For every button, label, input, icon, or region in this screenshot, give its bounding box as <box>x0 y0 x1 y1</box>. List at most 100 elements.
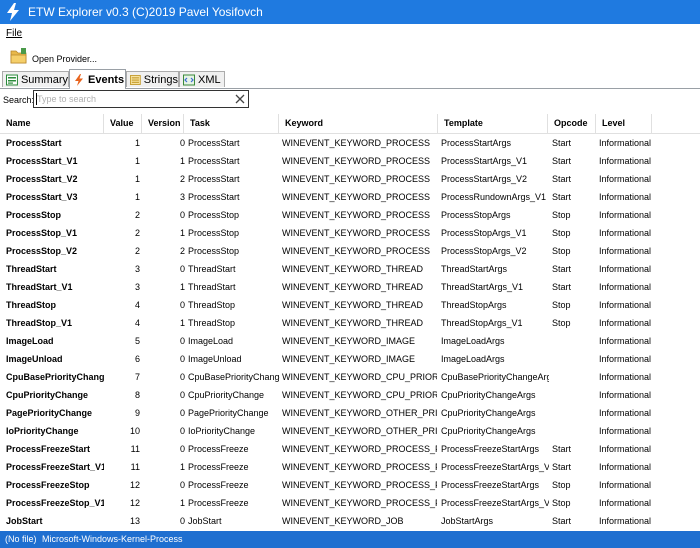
search-box[interactable] <box>33 90 249 108</box>
table-row[interactable]: CpuPriorityChange 8 0 CpuPriorityChange WINE… <box>0 386 700 404</box>
table-row[interactable]: JobStart 13 0 JobStart WINEVENT_KEYWORD_JOB J… <box>0 512 700 530</box>
tab-summary[interactable]: Summary <box>2 71 69 87</box>
cell-keyword: WINEVENT_KEYWORD_PROCESS_FREEZE <box>282 498 437 508</box>
clear-icon[interactable] <box>234 93 246 105</box>
cell-name: ProcessStop_V1 <box>6 228 78 238</box>
table-row[interactable]: ProcessFreezeStop 12 0 ProcessFreeze WINEVEN… <box>0 476 700 494</box>
cell-template: CpuPriorityChangeArgs <box>441 390 536 400</box>
table-row[interactable]: ImageLoad 5 0 ImageLoad WINEVENT_KEYWORD_IMA… <box>0 332 700 350</box>
cell-opcode: Start <box>552 192 572 202</box>
cell-task: ProcessStop <box>188 210 240 220</box>
cell-template: ProcessRundownArgs_V1 <box>441 192 547 202</box>
cell-name: ProcessStart_V1 <box>6 156 78 166</box>
tab-xml[interactable]: XML <box>179 71 225 87</box>
cell-version: 1 <box>179 228 185 238</box>
table-row[interactable]: CpuBasePriorityChange 7 0 CpuBasePriorityCh… <box>0 368 700 386</box>
cell-name: ThreadStart <box>6 264 57 274</box>
cell-value: 6 <box>134 354 140 364</box>
table-row[interactable]: ProcessStart 1 0 ProcessStart WINEVENT_KEYWO… <box>0 134 700 152</box>
table-row[interactable]: ThreadStart 3 0 ThreadStart WINEVENT_KEYWORD… <box>0 260 700 278</box>
cell-name: ProcessFreezeStop <box>6 480 90 490</box>
cell-template: ProcessStartArgs_V2 <box>441 174 528 184</box>
table-row[interactable]: PagePriorityChange 9 0 PagePriorityChange WI… <box>0 404 700 422</box>
xml-icon <box>183 74 195 85</box>
cell-opcode: Start <box>552 516 572 526</box>
cell-version: 0 <box>179 444 185 454</box>
cell-level: Informational <box>599 408 652 418</box>
table-row[interactable]: IoPriorityChange 10 0 IoPriorityChange WINEV… <box>0 422 700 440</box>
cell-version: 1 <box>179 282 185 292</box>
cell-level: Informational <box>599 336 652 346</box>
column-header-value[interactable]: Value <box>104 114 142 133</box>
cell-version: 2 <box>179 246 185 256</box>
toolbar: Open Provider... <box>0 44 700 68</box>
cell-name: ProcessFreezeStart <box>6 444 91 454</box>
cell-keyword: WINEVENT_KEYWORD_OTHER_PRIORITY <box>282 408 437 418</box>
cell-name: ThreadStart_V1 <box>6 282 73 292</box>
cell-task: ImageLoad <box>188 336 234 346</box>
cell-version: 1 <box>179 498 185 508</box>
cell-name: ProcessStop <box>6 210 62 220</box>
cell-version: 0 <box>179 426 185 436</box>
cell-task: JobStart <box>188 516 222 526</box>
column-header-name[interactable]: Name <box>0 114 104 133</box>
cell-value: 3 <box>134 264 140 274</box>
cell-task: ProcessStop <box>188 246 240 256</box>
cell-opcode <box>552 332 598 350</box>
cell-opcode: Stop <box>552 228 571 238</box>
column-header-level[interactable]: Level <box>596 114 652 133</box>
column-header-keyword[interactable]: Keyword <box>279 114 438 133</box>
cell-version: 0 <box>179 210 185 220</box>
cell-keyword: WINEVENT_KEYWORD_PROCESS <box>282 228 431 238</box>
column-header-template[interactable]: Template <box>438 114 548 133</box>
table-row[interactable]: ProcessFreezeStart 11 0 ProcessFreeze WINEVE… <box>0 440 700 458</box>
cell-keyword: WINEVENT_KEYWORD_PROCESS <box>282 192 431 202</box>
cell-task: ProcessFreeze <box>188 462 249 472</box>
open-provider-button[interactable]: Open Provider... <box>10 47 97 65</box>
table-row[interactable]: ThreadStart_V1 3 1 ThreadStart WINEVENT_KEYW… <box>0 278 700 296</box>
table-row[interactable]: ProcessStart_V1 1 1 ProcessStart WINEVENT_KE… <box>0 152 700 170</box>
cell-task: ProcessFreeze <box>188 498 249 508</box>
search-input[interactable] <box>37 93 227 105</box>
table-row[interactable]: ProcessStop 2 0 ProcessStop WINEVENT_KEYWORD… <box>0 206 700 224</box>
column-header-task[interactable]: Task <box>184 114 279 133</box>
table-row[interactable]: ThreadStop 4 0 ThreadStop WINEVENT_KEYWORD_T… <box>0 296 700 314</box>
table-row[interactable]: ProcessStart_V3 1 3 ProcessStart WINEVENT_KE… <box>0 188 700 206</box>
table-row[interactable]: ProcessFreezeStop_V1 12 1 ProcessFreeze WINE… <box>0 494 700 512</box>
folder-icon <box>10 48 27 64</box>
table-row[interactable]: ProcessStart_V2 1 2 ProcessStart WINEVENT_KE… <box>0 170 700 188</box>
cell-opcode <box>552 368 598 386</box>
summary-icon <box>6 74 18 85</box>
cell-keyword: WINEVENT_KEYWORD_PROCESS <box>282 210 431 220</box>
tab-xml-label: XML <box>198 73 221 86</box>
tab-strings[interactable]: Strings <box>126 71 179 87</box>
cell-version: 0 <box>179 480 185 490</box>
table-row[interactable]: ProcessStop_V1 2 1 ProcessStop WINEVENT_KEYW… <box>0 224 700 242</box>
cell-template: ProcessStopArgs_V1 <box>441 228 527 238</box>
cell-level: Informational <box>599 156 652 166</box>
cell-template: ProcessStartArgs <box>441 138 512 148</box>
cell-value: 12 <box>129 498 140 508</box>
cell-value: 11 <box>130 462 140 472</box>
cell-task: ProcessFreeze <box>188 444 249 454</box>
table-row[interactable]: ProcessFreezeStart_V1 11 1 ProcessFreeze WIN… <box>0 458 700 476</box>
cell-template: ThreadStopArgs_V1 <box>441 318 523 328</box>
cell-name: ProcessStart_V3 <box>6 192 78 202</box>
cell-opcode: Start <box>552 282 572 292</box>
tab-events-label: Events <box>88 73 125 86</box>
cell-keyword: WINEVENT_KEYWORD_THREAD <box>282 282 424 292</box>
column-header-opcode[interactable]: Opcode <box>548 114 596 133</box>
table-row[interactable]: ImageUnload 6 0 ImageUnload WINEVENT_KEYWORD… <box>0 350 700 368</box>
menu-file[interactable]: File <box>6 28 22 39</box>
cell-value: 1 <box>134 156 140 166</box>
cell-name: ThreadStop <box>6 300 57 310</box>
column-header-version[interactable]: Version <box>142 114 184 133</box>
tab-events[interactable]: Events <box>69 69 126 89</box>
cell-opcode: Stop <box>552 210 571 220</box>
cell-template: ProcessFreezeStartArgs <box>441 444 540 454</box>
table-row[interactable]: ThreadStop_V1 4 1 ThreadStop WINEVENT_KEYWOR… <box>0 314 700 332</box>
cell-keyword: WINEVENT_KEYWORD_THREAD <box>282 300 424 310</box>
cell-opcode: Start <box>552 138 572 148</box>
table-row[interactable]: ProcessStop_V2 2 2 ProcessStop WINEVENT_KEYW… <box>0 242 700 260</box>
cell-task: ThreadStart <box>188 264 236 274</box>
